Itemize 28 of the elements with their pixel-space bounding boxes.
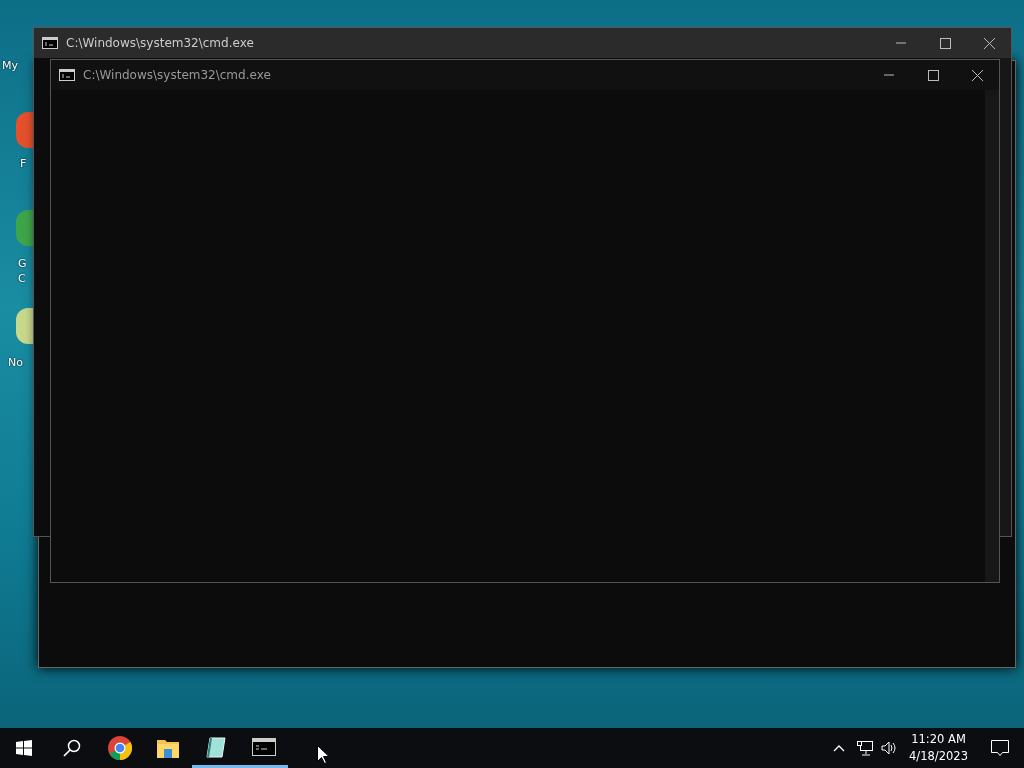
mouse-cursor-icon xyxy=(317,745,329,764)
maximize-icon xyxy=(927,69,939,81)
windows-logo-icon xyxy=(16,740,32,756)
clock-date[interactable]: 4/18/2023 xyxy=(909,748,968,765)
window-title: C:\Windows\system32\cmd.exe xyxy=(66,35,255,52)
window-title: C:\Windows\system32\cmd.exe xyxy=(83,67,272,84)
scrollbar[interactable] xyxy=(985,90,999,582)
icon-label[interactable]: G xyxy=(18,256,27,273)
speech-bubble-icon xyxy=(991,739,1009,757)
icon-label[interactable]: No xyxy=(8,355,23,372)
network-icon[interactable] xyxy=(857,740,874,756)
terminal-icon xyxy=(42,37,58,49)
chevron-up-icon[interactable] xyxy=(833,744,846,752)
folder-icon xyxy=(157,738,179,758)
speaker-icon[interactable] xyxy=(881,741,898,755)
close-icon xyxy=(983,37,995,49)
notepad-icon xyxy=(205,735,227,758)
clock-time[interactable]: 11:20 AM xyxy=(909,731,968,748)
maximize-icon xyxy=(939,37,951,49)
icon-label[interactable]: My xyxy=(2,58,18,75)
icon-label[interactable]: F xyxy=(20,156,27,173)
icon-label[interactable]: C xyxy=(18,271,26,288)
close-icon xyxy=(971,69,983,81)
search-icon xyxy=(63,739,81,757)
desktop-icon[interactable] xyxy=(16,308,33,344)
terminal-icon xyxy=(59,69,75,81)
terminal-icon xyxy=(252,737,276,756)
chrome-icon xyxy=(108,736,132,760)
